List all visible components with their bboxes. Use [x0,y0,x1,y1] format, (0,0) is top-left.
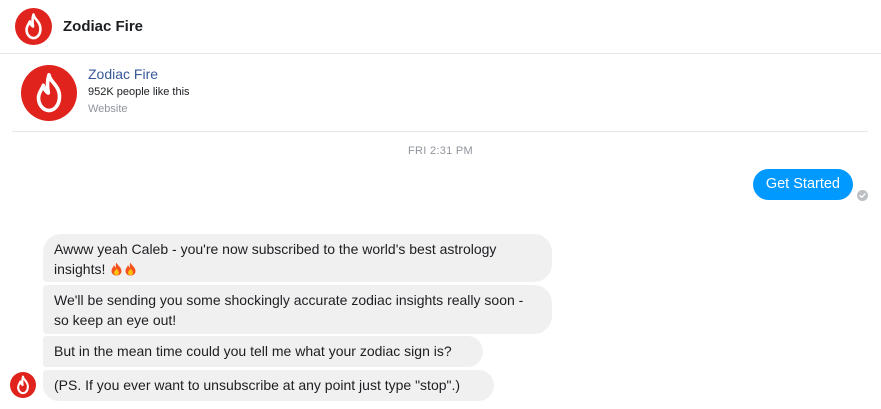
message-timestamp: FRI 2:31 PM [407,145,474,157]
incoming-message-bubble[interactable]: We'll be sending you some shockingly acc… [43,285,552,334]
fire-emoji-icon [110,262,123,276]
page-profile-fire-icon[interactable] [21,65,77,121]
conversation-title[interactable]: Zodiac Fire [63,18,143,35]
page-info-card: Zodiac Fire 952K people like this Websit… [12,55,868,132]
page-name-link[interactable]: Zodiac Fire [88,66,158,82]
outgoing-message-bubble[interactable]: Get Started [752,169,853,200]
page-likes-count: 952K people like this [88,86,190,98]
fire-emoji-icon [124,262,137,276]
sender-avatar-fire-icon[interactable] [10,372,36,398]
conversation-header: Zodiac Fire [0,0,881,54]
incoming-message-bubble[interactable]: Awww yeah Caleb - you're now subscribed … [43,234,552,282]
seen-check-icon [857,190,868,201]
page-avatar-fire-icon[interactable] [15,8,52,45]
incoming-message-bubble[interactable]: But in the mean time could you tell me w… [43,336,483,367]
page-category: Website [88,103,128,115]
incoming-message-bubble[interactable]: (PS. If you ever want to unsubscribe at … [43,370,494,401]
